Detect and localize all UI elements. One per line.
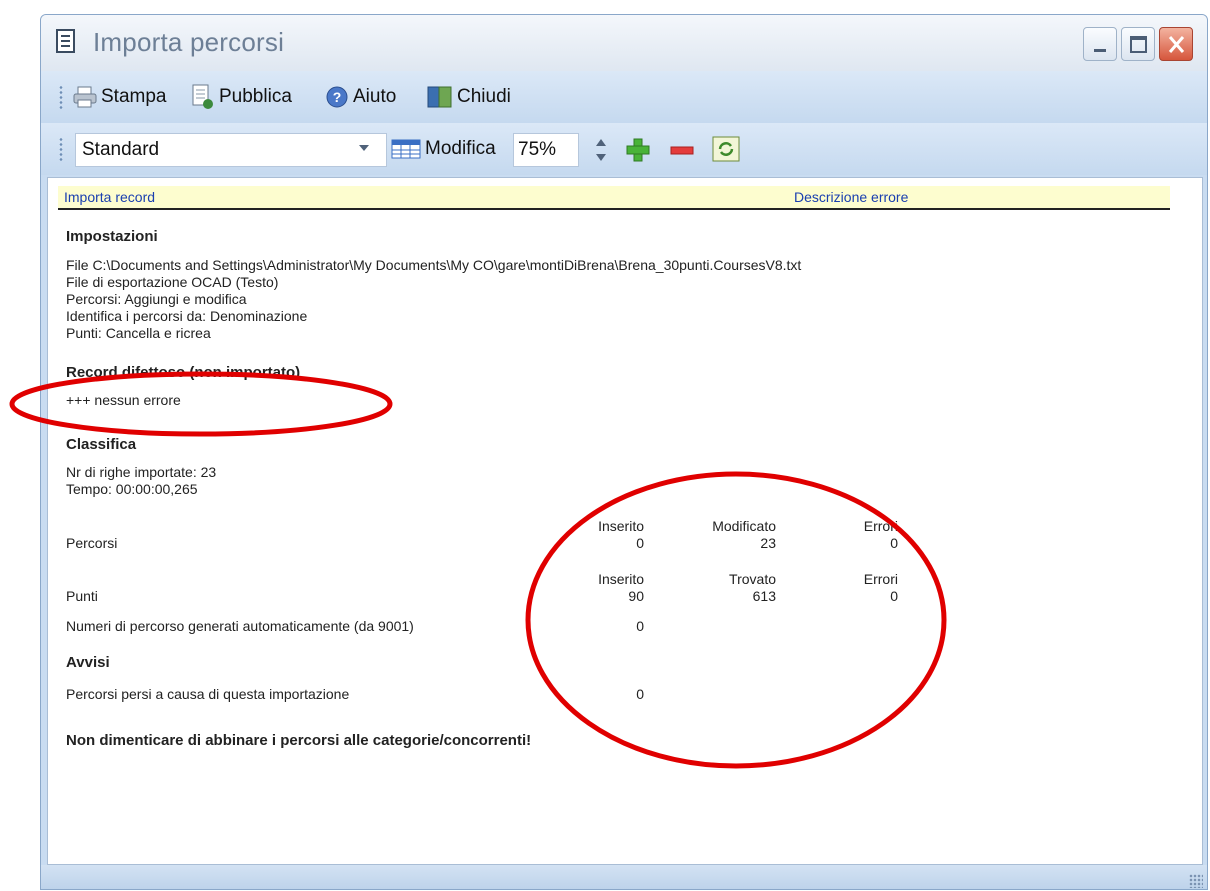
close-window-button[interactable] — [1159, 27, 1193, 61]
controls-found-header: Trovato — [729, 571, 776, 587]
svg-text:?: ? — [333, 89, 342, 105]
document-icon — [56, 29, 75, 53]
controls-errors-value: 0 — [890, 588, 898, 604]
print-label: Stampa — [101, 86, 167, 107]
faulty-record-line: +++ nessun errore — [66, 392, 181, 408]
settings-heading: Impostazioni — [66, 228, 158, 245]
publish-button[interactable]: Pubblica — [191, 81, 292, 113]
help-icon: ? — [326, 86, 348, 108]
zoom-spinner-icon[interactable] — [595, 137, 607, 163]
rows-imported: Nr di righe importate: 23 — [66, 464, 217, 480]
help-label: Aiuto — [353, 86, 397, 107]
import-courses-window: Importa percorsi Stampa Pubblica ? Aiuto… — [40, 14, 1208, 890]
edit-label: Modifica — [425, 138, 496, 159]
summary-heading: Classifica — [66, 436, 137, 453]
controls-label: Punti — [66, 588, 98, 604]
refresh-sheet-icon[interactable] — [711, 135, 741, 163]
layout-select[interactable]: Standard — [75, 133, 387, 167]
table-icon — [391, 139, 421, 159]
controls-errors-header: Errori — [863, 571, 898, 587]
exit-door-icon — [427, 86, 452, 108]
report-preview[interactable]: Importa record Descrizione errore Impost… — [47, 177, 1203, 865]
zoom-in-plus-icon[interactable] — [625, 137, 651, 163]
view-toolbar: Standard Modifica 75% — [41, 123, 1207, 175]
window-title: Importa percorsi — [93, 27, 285, 57]
lost-courses-value: 0 — [636, 686, 644, 702]
toolbar-grip[interactable] — [59, 85, 63, 111]
help-button[interactable]: ? Aiuto — [325, 81, 396, 113]
status-bar — [41, 865, 1207, 889]
courses-modified-header: Modificato — [712, 518, 776, 534]
chevron-down-icon[interactable] — [359, 145, 369, 151]
maximize-button[interactable] — [1121, 27, 1155, 61]
controls-inserted-value: 90 — [628, 588, 644, 604]
close-label: Chiudi — [457, 86, 511, 107]
settings-line: File di esportazione OCAD (Testo) — [66, 274, 279, 290]
courses-errors-header: Errori — [863, 518, 898, 534]
toolbar-grip[interactable] — [59, 137, 63, 163]
print-button[interactable]: Stampa — [73, 81, 166, 113]
zoom-out-minus-icon[interactable] — [669, 137, 695, 163]
courses-inserted-value: 0 — [636, 535, 644, 551]
error-description-column: Descrizione errore — [794, 189, 909, 205]
autonumbers-label: Numeri di percorso generati automaticame… — [66, 618, 414, 634]
controls-found-value: 613 — [752, 588, 776, 604]
settings-line: Punti: Cancella e ricrea — [66, 325, 211, 341]
zoom-input[interactable]: 75% — [513, 133, 579, 167]
edit-layout-button[interactable]: Modifica — [391, 133, 496, 165]
settings-line: Percorsi: Aggiungi e modifica — [66, 291, 247, 307]
close-button[interactable]: Chiudi — [427, 81, 511, 113]
faulty-record-heading: Record difettoso (non importato) — [66, 364, 301, 381]
warnings-heading: Avvisi — [66, 654, 110, 671]
printer-icon — [73, 86, 97, 108]
maximize-icon — [1130, 36, 1147, 53]
settings-line: Identifica i percorsi da: Denominazione — [66, 308, 308, 324]
report-header: Importa record Descrizione errore — [58, 186, 1170, 210]
courses-label: Percorsi — [66, 535, 118, 551]
elapsed-time: Tempo: 00:00:00,265 — [66, 481, 198, 497]
close-icon — [1168, 36, 1185, 53]
controls-inserted-header: Inserito — [598, 571, 644, 587]
minimize-icon — [1094, 49, 1106, 52]
import-record-column: Importa record — [64, 189, 156, 205]
reminder-note: Non dimenticare di abbinare i percorsi a… — [66, 732, 532, 749]
lost-courses-label: Percorsi persi a causa di questa importa… — [66, 686, 350, 702]
resize-grip-icon[interactable] — [1189, 874, 1203, 888]
settings-line: File C:\Documents and Settings\Administr… — [66, 257, 802, 273]
autonumbers-value: 0 — [636, 618, 644, 634]
title-bar[interactable]: Importa percorsi — [41, 15, 1207, 71]
minimize-button[interactable] — [1083, 27, 1117, 61]
publish-label: Pubblica — [219, 86, 292, 107]
courses-modified-value: 23 — [760, 535, 776, 551]
courses-errors-value: 0 — [890, 535, 898, 551]
main-toolbar: Stampa Pubblica ? Aiuto Chiudi — [41, 71, 1207, 123]
publish-icon — [192, 84, 213, 109]
courses-inserted-header: Inserito — [598, 518, 644, 534]
